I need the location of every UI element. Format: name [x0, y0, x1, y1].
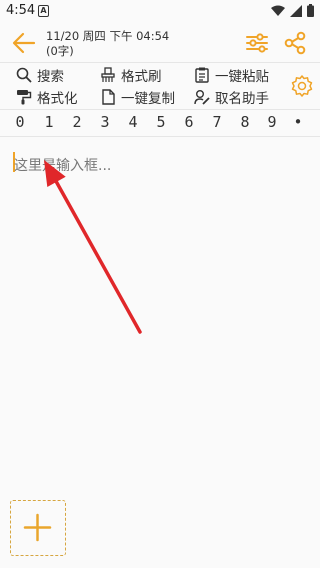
search-icon — [16, 67, 32, 83]
app-bar: 11/20 周四 下午 04:54 (0字) — [0, 24, 320, 62]
number-key-9[interactable]: 9 — [264, 113, 280, 131]
number-key-1[interactable]: 1 — [41, 113, 57, 131]
bullet-key[interactable]: • — [290, 113, 306, 131]
add-button[interactable] — [10, 500, 66, 556]
char-count: (0字) — [46, 44, 74, 58]
status-bar: 4:54 A — [0, 0, 320, 24]
copy-button[interactable]: 一键复制 — [100, 87, 175, 107]
settings-gear-icon[interactable] — [290, 74, 314, 98]
format-brush-button[interactable]: 格式刷 — [100, 65, 162, 85]
share-icon[interactable] — [281, 29, 309, 57]
note-date: 11/20 周四 下午 04:54 — [46, 29, 170, 43]
number-key-8[interactable]: 8 — [237, 113, 253, 131]
copy-label: 一键复制 — [121, 91, 175, 107]
battery-icon — [307, 4, 314, 17]
paste-icon — [195, 67, 209, 83]
formatting-button[interactable]: 格式化 — [16, 87, 78, 107]
editor-input[interactable]: 这里是输入框... — [14, 155, 111, 175]
back-arrow-icon[interactable] — [10, 30, 38, 56]
format-brush-label: 格式刷 — [121, 69, 162, 85]
brush-icon — [101, 67, 115, 82]
search-button[interactable]: 搜索 — [16, 65, 64, 85]
formatting-label: 格式化 — [37, 91, 78, 107]
sliders-icon[interactable] — [243, 29, 271, 57]
person-edit-icon — [194, 90, 210, 105]
status-time: 4:54 — [6, 3, 36, 18]
paint-roller-icon — [17, 90, 32, 105]
paste-button[interactable]: 一键粘贴 — [194, 65, 269, 85]
paste-label: 一键粘贴 — [215, 69, 269, 85]
number-key-0[interactable]: 0 — [12, 113, 28, 131]
copy-icon — [102, 89, 115, 105]
number-key-6[interactable]: 6 — [181, 113, 197, 131]
number-key-7[interactable]: 7 — [209, 113, 225, 131]
number-key-5[interactable]: 5 — [153, 113, 169, 131]
notification-icon: A — [38, 5, 49, 17]
number-key-2[interactable]: 2 — [69, 113, 85, 131]
search-label: 搜索 — [37, 69, 64, 85]
plus-icon — [23, 513, 52, 542]
number-key-4[interactable]: 4 — [125, 113, 141, 131]
number-key-row: 0 1 2 3 4 5 6 7 8 9 • — [0, 108, 320, 137]
signal-icon — [290, 4, 302, 17]
naming-assistant-label: 取名助手 — [215, 91, 269, 107]
naming-assistant-button[interactable]: 取名助手 — [194, 87, 269, 107]
number-key-3[interactable]: 3 — [97, 113, 113, 131]
wifi-icon — [271, 5, 285, 16]
format-toolbar: 搜索 格式刷 一键粘贴 格式化 一键复制 取名助手 — [0, 62, 320, 110]
